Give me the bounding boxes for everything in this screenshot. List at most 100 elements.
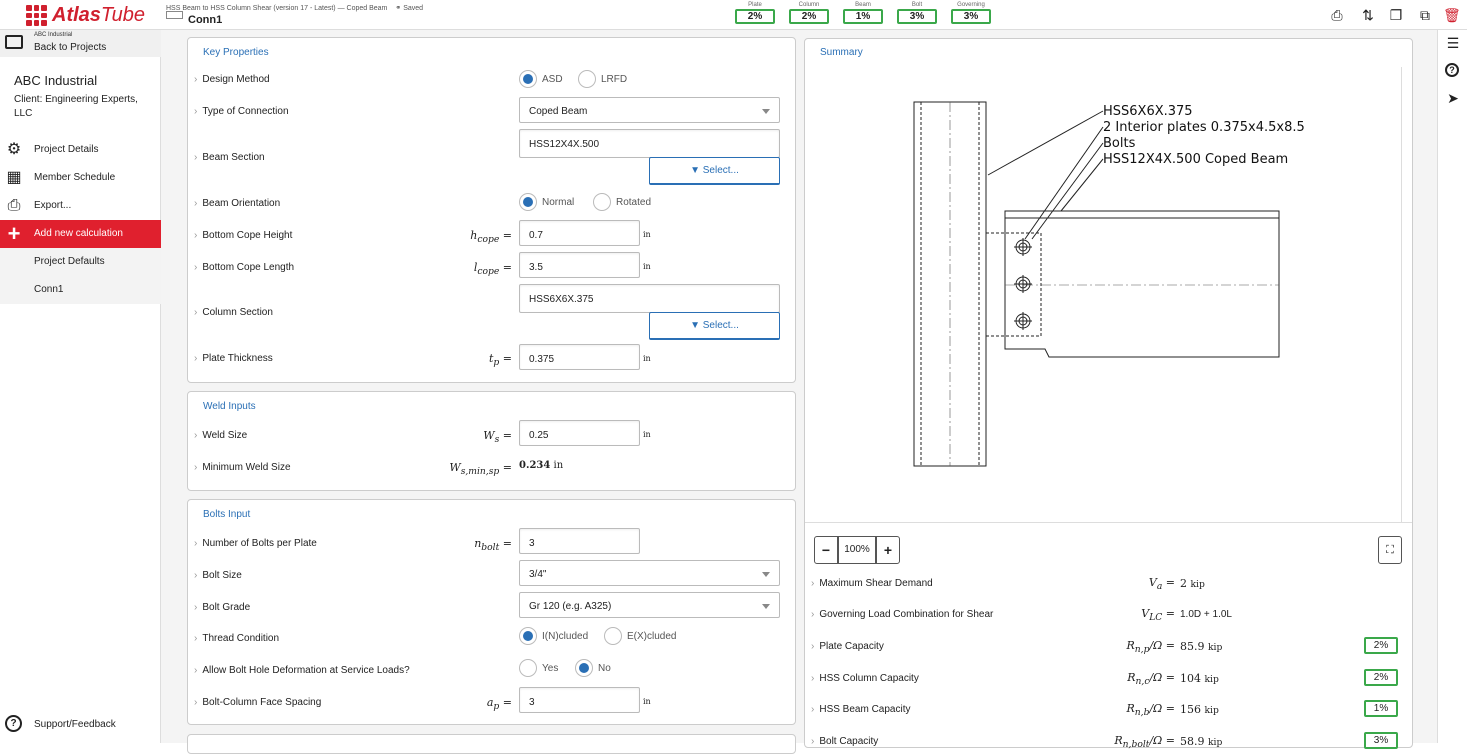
- rotated-radio[interactable]: [593, 193, 611, 211]
- beam-section-select-button[interactable]: ▼ Select...: [649, 157, 780, 185]
- util-bolt[interactable]: Bolt 3%: [897, 2, 937, 24]
- callout-beam: HSS12X4X.500 Coped Beam: [1103, 152, 1288, 167]
- util-governing[interactable]: Governing 3%: [951, 2, 991, 24]
- beam-utilization-badge: 1%: [1364, 700, 1398, 717]
- weld-size-input[interactable]: 0.25: [519, 420, 640, 446]
- delete-icon[interactable]: 🗑: [1443, 7, 1461, 23]
- zoom-out-button[interactable]: −: [814, 536, 838, 564]
- zoom-in-button[interactable]: +: [876, 536, 900, 564]
- summary-title: Summary: [820, 47, 863, 58]
- deformation-no-label: No: [598, 663, 611, 674]
- design-method-row: Design Method: [188, 70, 795, 90]
- logo-mark-icon: [26, 5, 47, 26]
- copy-icon[interactable]: ❐: [1388, 7, 1404, 23]
- bolt-deformation-row: Allow Bolt Hole Deformation at Service L…: [188, 661, 795, 681]
- nav-project-defaults[interactable]: Project Defaults: [0, 248, 161, 276]
- plate-utilization-badge: 2%: [1364, 637, 1398, 654]
- weld-size-row: Weld Size Ws =: [188, 426, 795, 446]
- callout-bolts: Bolts: [1103, 136, 1136, 151]
- result-bolt-capacity: Bolt Capacity Rn,bolt/Ω = 58.9 kip 3%: [805, 732, 1412, 754]
- deformation-yes-radio[interactable]: [519, 659, 537, 677]
- connection-type-select[interactable]: Coped Beam: [519, 97, 780, 123]
- beam-section-input[interactable]: HSS12X4X.500: [519, 129, 780, 158]
- excluded-radio[interactable]: [604, 627, 622, 645]
- deformation-no-radio[interactable]: [575, 659, 593, 677]
- company-name: ABC Industrial: [14, 73, 98, 88]
- result-column-capacity: HSS Column Capacity Rn,c/Ω = 104 kip 2%: [805, 669, 1412, 691]
- right-toolbar: ☰ ? ➤: [1437, 30, 1467, 743]
- sidebar: ABC Industrial Back to Projects ABC Indu…: [0, 30, 161, 743]
- bolt-count-input[interactable]: 3: [519, 528, 640, 554]
- fullscreen-button[interactable]: ⛶: [1378, 536, 1402, 564]
- beam-outline: [1004, 210, 1280, 358]
- plate-thickness-input[interactable]: 0.375: [519, 344, 640, 370]
- util-beam[interactable]: Beam 1%: [843, 2, 883, 24]
- column-section-select-button[interactable]: ▼ Select...: [649, 312, 780, 340]
- print-icon[interactable]: ⎙: [1329, 7, 1345, 23]
- bolt-spacing-row: Bolt-Column Face Spacing ap =: [188, 693, 795, 713]
- lrfd-radio[interactable]: [578, 70, 596, 88]
- leader-beam: [1060, 158, 1104, 212]
- normal-radio[interactable]: [519, 193, 537, 211]
- bolt-spacing-unit: in: [643, 697, 651, 706]
- cope-length-input[interactable]: 3.5: [519, 252, 640, 278]
- send-icon[interactable]: ➤: [1445, 90, 1461, 106]
- leader-plate: [1024, 126, 1104, 240]
- util-column[interactable]: Column 2%: [789, 2, 829, 24]
- callout-plates: 2 Interior plates 0.375x4.5x8.5: [1103, 120, 1305, 135]
- asd-radio[interactable]: [519, 70, 537, 88]
- nav-conn1[interactable]: Conn1: [0, 276, 161, 304]
- bolt-1: [1014, 238, 1032, 256]
- plus-icon: +: [7, 221, 21, 246]
- back-label: Back to Projects: [34, 42, 107, 53]
- column-utilization-badge: 2%: [1364, 669, 1398, 686]
- nav-add-calculation[interactable]: + Add new calculation: [0, 220, 161, 248]
- breadcrumb: HSS Beam to HSS Column Shear (version 17…: [166, 4, 423, 12]
- nav-export[interactable]: ⎙ Export...: [0, 192, 161, 220]
- logo[interactable]: AtlasTube: [26, 4, 145, 27]
- result-load-combination: Governing Load Combination for Shear VLC…: [805, 605, 1412, 627]
- main-content: Key Properties Design Method ASD LRFD Ty…: [161, 30, 1437, 754]
- plate-thickness-unit: in: [643, 354, 651, 363]
- nav-project-details[interactable]: ⚙ Project Details: [0, 136, 161, 164]
- swap-icon[interactable]: ⇅: [1360, 7, 1376, 23]
- share-icon[interactable]: ⧉: [1417, 7, 1433, 23]
- bolt-grade-select[interactable]: Gr 120 (e.g. A325): [519, 592, 780, 618]
- result-beam-capacity: HSS Beam Capacity Rn,b/Ω = 156 kip 1%: [805, 700, 1412, 722]
- bolts-input-title: Bolts Input: [203, 509, 251, 520]
- folder-icon: [5, 35, 23, 49]
- filter-icon: ▼: [690, 320, 700, 331]
- filter-icon: ▼: [690, 165, 700, 176]
- bolt-2: [1014, 275, 1032, 293]
- min-weld-size-value: 0.234 in: [519, 460, 564, 471]
- key-properties-panel: Key Properties Design Method ASD LRFD Ty…: [187, 37, 796, 383]
- excluded-label: E(X)cluded: [627, 631, 677, 642]
- min-weld-size-row: Minimum Weld Size Ws,min,sp =: [188, 458, 795, 478]
- nav-member-schedule[interactable]: ▦ Member Schedule: [0, 164, 161, 192]
- bolt-spacing-input[interactable]: 3: [519, 687, 640, 713]
- leader-column: [987, 110, 1104, 176]
- leader-bolts: [1031, 142, 1104, 240]
- asd-label: ASD: [542, 74, 563, 85]
- support-feedback[interactable]: ? Support/Feedback: [0, 712, 161, 736]
- bolt-count-row: Number of Bolts per Plate nbolt =: [188, 534, 795, 554]
- connection-drawing-svg: HSS6X6X.375 2 Interior plates 0.375x4.5x…: [913, 101, 1305, 467]
- help-icon[interactable]: ?: [1445, 63, 1459, 77]
- util-plate[interactable]: Plate 2%: [735, 2, 775, 24]
- bolts-input-panel: Bolts Input Number of Bolts per Plate nb…: [187, 499, 796, 725]
- back-to-projects[interactable]: ABC Industrial Back to Projects: [0, 30, 161, 57]
- connection-drawing[interactable]: HSS6X6X.375 2 Interior plates 0.375x4.5x…: [805, 67, 1401, 522]
- bolt-size-select[interactable]: 3/4": [519, 560, 780, 586]
- gear-icon: ⚙: [6, 141, 22, 158]
- cope-height-input[interactable]: 0.7: [519, 220, 640, 246]
- list-icon[interactable]: ☰: [1445, 35, 1461, 51]
- saved-status: ⚭ Saved: [395, 5, 424, 12]
- drawing-scrollbar[interactable]: [1401, 67, 1413, 522]
- result-plate-capacity: Plate Capacity Rn,p/Ω = 85.9 kip 2%: [805, 637, 1412, 659]
- top-bar: AtlasTube HSS Beam to HSS Column Shear (…: [0, 0, 1467, 30]
- plate-outline: [985, 232, 1042, 337]
- included-radio[interactable]: [519, 627, 537, 645]
- column-section-input[interactable]: HSS6X6X.375: [519, 284, 780, 313]
- beam-orientation-row: Beam Orientation: [188, 194, 795, 214]
- weld-inputs-panel: Weld Inputs Weld Size Ws = 0.25 in Minim…: [187, 391, 796, 491]
